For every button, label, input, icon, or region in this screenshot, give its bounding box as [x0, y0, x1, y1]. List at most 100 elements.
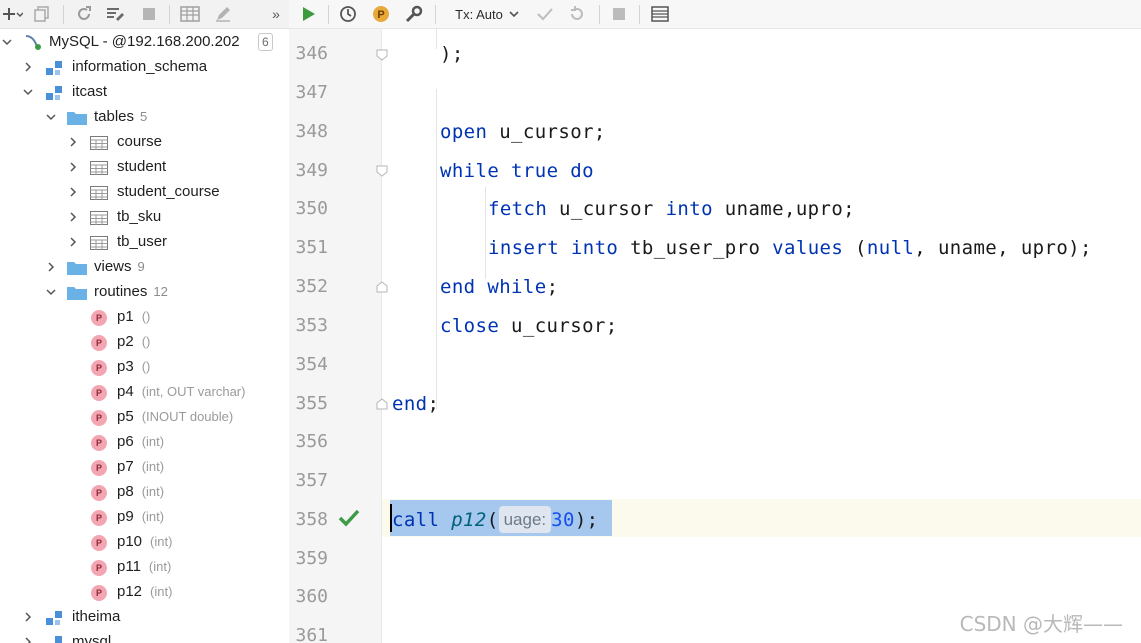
folder-label: views: [94, 258, 132, 275]
tree-item-routine[interactable]: Pp12 (int): [0, 580, 289, 605]
mysql-dolphin-icon: [25, 35, 41, 50]
copy-icon[interactable]: [32, 3, 52, 25]
line-number: 350: [295, 198, 328, 219]
tree-item-routine[interactable]: Pp4 (int, OUT varchar): [0, 380, 289, 405]
chevron-right-icon[interactable]: [46, 262, 56, 272]
wrench-icon[interactable]: [403, 3, 425, 25]
line-number: 354: [295, 354, 328, 375]
line-number: 357: [295, 470, 328, 491]
stop-execution-icon[interactable]: [609, 3, 629, 25]
add-icon[interactable]: [2, 3, 24, 25]
database-explorer-toolbar: »: [0, 0, 289, 29]
database-tree: MySQL - @192.168.200.202 6 information_s…: [0, 29, 289, 643]
rollback-icon[interactable]: [566, 3, 588, 25]
tree-item-views-folder[interactable]: views 9: [0, 255, 289, 280]
chevron-right-icon[interactable]: [23, 62, 33, 72]
table-icon: [90, 161, 108, 175]
output-panel-icon[interactable]: [649, 3, 671, 25]
tree-item-table[interactable]: course: [0, 130, 289, 155]
schema-label: itheima: [72, 608, 121, 625]
chevron-right-icon[interactable]: [68, 187, 78, 197]
transaction-mode-dropdown[interactable]: Tx: Auto: [451, 3, 523, 25]
table-view-icon[interactable]: [178, 3, 202, 25]
procedure-icon: P: [91, 335, 107, 351]
tree-item-table[interactable]: student: [0, 155, 289, 180]
tree-item-routine[interactable]: Pp3 (): [0, 355, 289, 380]
code-line-352: end while;: [440, 276, 559, 298]
tree-item-routines-folder[interactable]: routines 12: [0, 280, 289, 305]
chevron-right-icon[interactable]: [23, 637, 33, 643]
tree-item-table[interactable]: tb_sku: [0, 205, 289, 230]
tree-item-connection[interactable]: MySQL - @192.168.200.202 6: [0, 30, 289, 55]
routine-name: p5: [117, 408, 134, 425]
line-number: 348: [295, 121, 328, 142]
chevron-right-icon[interactable]: [68, 212, 78, 222]
run-icon[interactable]: [298, 3, 320, 25]
table-icon: [90, 236, 108, 250]
tree-item-table[interactable]: student_course: [0, 180, 289, 205]
chevron-right-icon[interactable]: [68, 162, 78, 172]
routine-name: p10: [117, 533, 143, 550]
tree-item-routine[interactable]: Pp9 (int): [0, 505, 289, 530]
edit-icon[interactable]: [212, 3, 234, 25]
procedure-icon: P: [91, 410, 107, 426]
tree-item-routine[interactable]: Pp6 (int): [0, 430, 289, 455]
line-number: 361: [295, 625, 328, 643]
fold-end-icon[interactable]: [376, 398, 388, 410]
chevron-right-icon[interactable]: [68, 137, 78, 147]
chevron-down-icon[interactable]: [46, 112, 56, 122]
tree-item-routine[interactable]: Pp5 (INOUT double): [0, 405, 289, 430]
procedure-icon: P: [91, 310, 107, 326]
history-icon[interactable]: [337, 3, 359, 25]
code-line-350: fetch u_cursor into uname,upro;: [488, 198, 856, 220]
overflow-icon[interactable]: »: [268, 3, 284, 25]
tree-item-table[interactable]: tb_user: [0, 230, 289, 255]
table-label: student: [117, 158, 167, 175]
fold-end-icon[interactable]: [376, 49, 388, 61]
svg-text:P: P: [377, 9, 384, 21]
indent-guide: [436, 89, 437, 409]
tree-item-routine[interactable]: Pp10 (int): [0, 530, 289, 555]
code-line-355: end;: [392, 393, 440, 415]
schema-icon: [46, 61, 62, 75]
tree-item-routine[interactable]: Pp11 (int): [0, 555, 289, 580]
tree-item-routine[interactable]: Pp8 (int): [0, 480, 289, 505]
tree-item-routine[interactable]: Pp1 (): [0, 305, 289, 330]
routine-name: p9: [117, 508, 134, 525]
schema-icon: [55, 636, 62, 643]
table-label: tb_user: [117, 233, 168, 250]
line-number: 352: [295, 276, 328, 297]
procedure-icon: P: [91, 435, 107, 451]
tree-item-schema[interactable]: mysql: [0, 630, 289, 643]
tree-item-schema[interactable]: itheima: [0, 605, 289, 630]
tree-item-routine[interactable]: Pp2 (): [0, 330, 289, 355]
chevron-down-icon[interactable]: [2, 37, 12, 47]
procedure-badge-icon[interactable]: P: [371, 3, 391, 25]
refresh-icon[interactable]: [73, 3, 95, 25]
chevron-right-icon[interactable]: [23, 612, 33, 622]
indent-guide: [485, 187, 486, 279]
chevron-down-icon[interactable]: [46, 287, 56, 297]
procedure-icon: P: [91, 485, 107, 501]
fold-start-icon[interactable]: [376, 165, 388, 177]
routine-params: (int): [141, 459, 165, 474]
chevron-down-icon[interactable]: [23, 87, 33, 97]
schema-label: mysql: [72, 633, 112, 643]
folder-count: 12: [153, 284, 168, 299]
fold-end-icon[interactable]: [376, 281, 388, 293]
tree-item-schema[interactable]: information_schema: [0, 55, 289, 80]
schema-settings-icon[interactable]: [105, 3, 127, 25]
procedure-icon: P: [91, 385, 107, 401]
tree-item-routine[interactable]: Pp7 (int): [0, 455, 289, 480]
table-label: student_course: [117, 183, 220, 200]
commit-icon[interactable]: [534, 3, 556, 25]
indent-guide: [436, 29, 437, 49]
chevron-right-icon[interactable]: [68, 237, 78, 247]
table-icon: [90, 211, 108, 225]
sql-code-editor[interactable]: 346 347 348 349 350 351 352 353 354 355 …: [289, 29, 1141, 643]
tree-item-schema[interactable]: itcast: [0, 80, 289, 105]
tree-item-tables-folder[interactable]: tables 5: [0, 105, 289, 130]
code-line-353: close u_cursor;: [440, 315, 618, 337]
routine-params: (int): [150, 534, 173, 549]
stop-icon[interactable]: [139, 3, 159, 25]
